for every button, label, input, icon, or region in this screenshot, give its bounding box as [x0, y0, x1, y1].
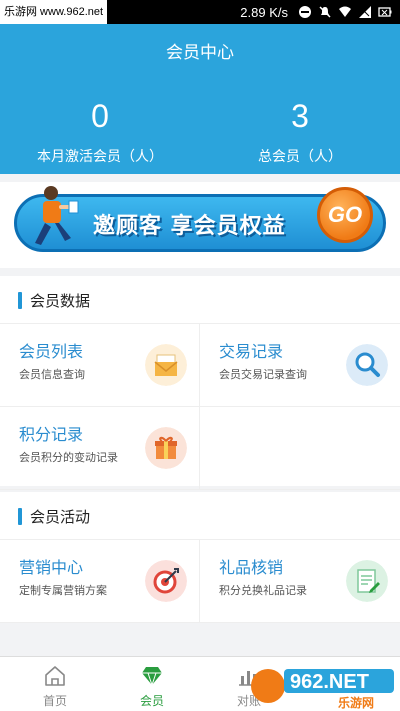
signal-icon — [359, 6, 371, 18]
card-subtitle: 会员交易记录查询 — [219, 368, 307, 381]
network-speed: 2.89 K/s — [240, 4, 288, 20]
invite-banner[interactable]: 邀顾客 享会员权益 GO — [14, 186, 386, 252]
gift-redemption-card[interactable]: 礼品核销 积分兑换礼品记录 — [200, 540, 400, 623]
page-title: 会员中心 — [166, 43, 234, 63]
section-title: 会员活动 — [30, 508, 91, 526]
card-subtitle: 会员信息查询 — [19, 368, 85, 381]
gift-icon — [145, 427, 187, 469]
card-title: 礼品核销 — [219, 558, 284, 577]
envelope-icon — [145, 344, 187, 386]
tab-home[interactable]: 首页 — [5, 657, 105, 711]
member-data-section: 会员数据 会员列表 会员信息查询 交易记录 会员交易记录查询 积分记录 会员积分… — [0, 276, 400, 490]
battery-icon — [378, 7, 392, 17]
home-icon — [45, 666, 65, 686]
monthly-active-value: 0 — [91, 98, 109, 134]
total-members-label: 总会员（人） — [258, 149, 342, 165]
banner-section: 邀顾客 享会员权益 GO — [0, 182, 400, 268]
dnd-icon — [299, 6, 311, 18]
total-members-value: 3 — [291, 98, 309, 134]
diamond-icon — [142, 667, 162, 687]
wifi-icon — [339, 6, 351, 17]
section-title: 会员数据 — [30, 292, 91, 310]
go-button[interactable]: GO — [317, 187, 373, 243]
tab-label: 会员 — [139, 694, 164, 708]
section-header: 会员活动 — [0, 492, 400, 540]
card-subtitle: 会员积分的变动记录 — [19, 451, 118, 464]
status-icons: 2.89 K/s — [240, 0, 392, 24]
member-center-header: 会员中心 0 本月激活会员（人） 3 总会员（人） — [0, 24, 400, 174]
card-title: 会员列表 — [19, 342, 84, 361]
watermark-text: 962.NET — [290, 671, 369, 693]
target-icon — [145, 560, 187, 602]
magnifier-icon — [346, 344, 388, 386]
transaction-record-card[interactable]: 交易记录 会员交易记录查询 — [200, 324, 400, 407]
member-list-card[interactable]: 会员列表 会员信息查询 — [0, 324, 200, 407]
banner-text: 邀顾客 享会员权益 — [93, 214, 286, 239]
bell-off-icon — [319, 6, 331, 18]
tab-label: 首页 — [42, 694, 67, 708]
card-title: 交易记录 — [219, 342, 284, 361]
watermark-logo: 962.NET 乐游网 — [251, 669, 394, 710]
monthly-active-stat[interactable]: 0 本月激活会员（人） — [0, 96, 200, 166]
section-accent-bar — [18, 508, 22, 525]
member-activity-section: 会员活动 营销中心 定制专属营销方案 礼品核销 积分兑换礼品记录 — [0, 492, 400, 623]
empty-card — [200, 407, 400, 490]
total-members-stat[interactable]: 3 总会员（人） — [200, 96, 400, 166]
card-subtitle: 定制专属营销方案 — [19, 584, 107, 597]
status-bar: 乐游网 www.962.net 2.89 K/s — [0, 0, 400, 24]
card-title: 积分记录 — [19, 425, 84, 444]
card-title: 营销中心 — [19, 558, 84, 577]
section-header: 会员数据 — [0, 276, 400, 324]
points-record-card[interactable]: 积分记录 会员积分的变动记录 — [0, 407, 200, 490]
bottom-tab-bar: 首页 会员 对账 962.NET 乐游网 — [0, 656, 400, 711]
running-person-icon — [35, 186, 79, 245]
tab-member[interactable]: 会员 — [102, 657, 202, 711]
marketing-center-card[interactable]: 营销中心 定制专属营销方案 — [0, 540, 200, 623]
card-subtitle: 积分兑换礼品记录 — [219, 584, 307, 597]
svg-text:乐游网: 乐游网 — [338, 695, 374, 710]
section-accent-bar — [18, 292, 22, 309]
document-icon — [346, 560, 388, 602]
status-watermark: 乐游网 www.962.net — [0, 0, 108, 24]
monthly-active-label: 本月激活会员（人） — [37, 149, 163, 165]
